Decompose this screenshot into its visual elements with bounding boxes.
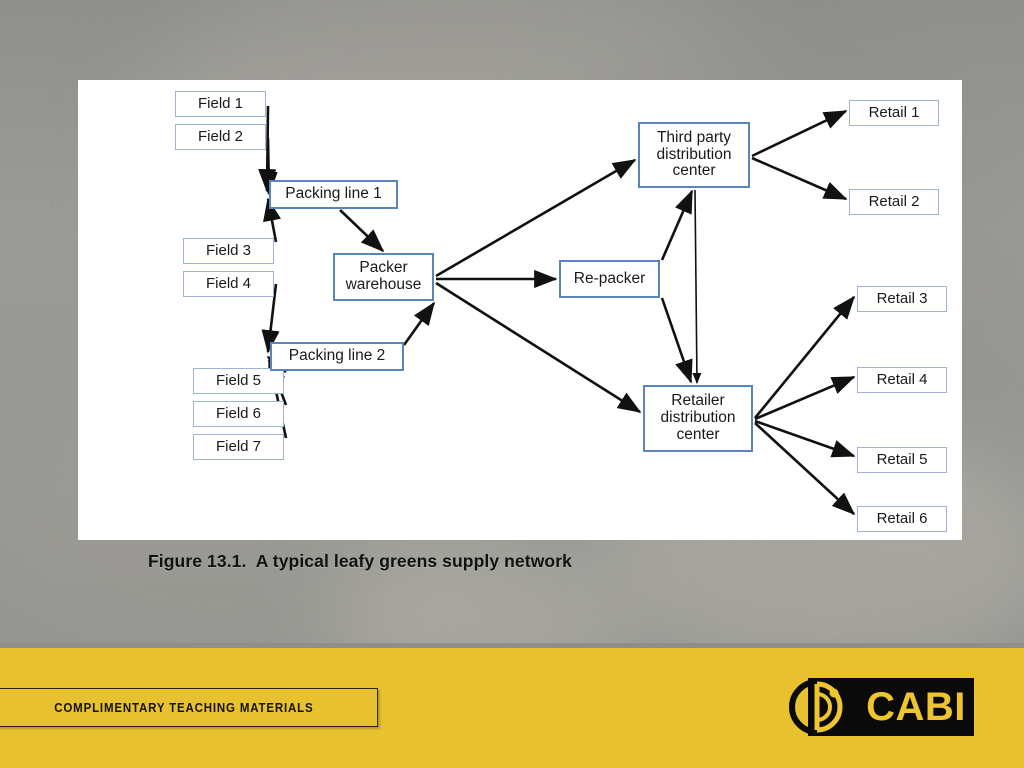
cabi-wordmark: CABI [866, 684, 966, 729]
complimentary-teaching-materials-badge: COMPLIMENTARY TEACHING MATERIALS [0, 688, 378, 727]
diagram-edge-packwh-to-thirdparty [435, 158, 637, 278]
teaching-badge-label: COMPLIMENTARY TEACHING MATERIALS [54, 700, 314, 715]
diagram-node-packline2: Packing line 2 [270, 342, 404, 371]
diagram-edge-packline2-to-packwh [402, 301, 436, 346]
diagram-edge-retailerdc-to-retail6 [754, 422, 856, 516]
diagram-edge-thirdparty-to-retail1 [751, 109, 848, 158]
diagram-node-field3: Field 3 [183, 238, 274, 264]
cabi-emblem-icon [789, 679, 845, 735]
diagram-edge-repacker-to-thirdparty [660, 189, 694, 261]
diagram-node-field5: Field 5 [193, 368, 284, 394]
diagram-edge-packwh-to-retailerdc [435, 281, 642, 414]
diagram-node-packwh: Packer warehouse [333, 253, 434, 301]
diagram-node-thirdparty: Third party distribution center [638, 122, 750, 188]
diagram-node-retail1: Retail 1 [849, 100, 939, 126]
diagram-edge-retailerdc-to-retail3 [753, 295, 856, 419]
diagram-node-retail6: Retail 6 [857, 506, 947, 532]
diagram-node-retailerdc: Retailer distribution center [643, 385, 753, 452]
diagram-node-field4: Field 4 [183, 271, 274, 297]
figure-panel: Field 1 Field 2 Field 3 Field 4 Field 5 Field… [78, 80, 962, 540]
diagram-edge-retailerdc-to-retail5 [754, 419, 856, 458]
diagram-node-retail3: Retail 3 [857, 286, 947, 312]
diagram-edge-packline1-to-packwh [339, 209, 385, 253]
diagram-edge-thirdparty-to-retail2 [751, 156, 848, 201]
diagram-node-field6: Field 6 [193, 401, 284, 427]
cabi-logo: CABI [786, 678, 974, 736]
diagram-edge-thirdparty-to-retailerdc [692, 189, 702, 384]
slide-canvas: Field 1 Field 2 Field 3 Field 4 Field 5 Field… [0, 0, 1024, 768]
diagram-edge-repacker-to-retailerdc [660, 297, 693, 384]
diagram-node-field7: Field 7 [193, 434, 284, 460]
diagram-node-retail5: Retail 5 [857, 447, 947, 473]
diagram-node-retail2: Retail 2 [849, 189, 939, 215]
figure-caption: Figure 13.1. A typical leafy greens supp… [148, 551, 572, 571]
diagram-node-retail4: Retail 4 [857, 367, 947, 393]
diagram-node-field2: Field 2 [175, 124, 266, 150]
diagram-node-repacker: Re-packer [559, 260, 660, 298]
diagram-node-field1: Field 1 [175, 91, 266, 117]
diagram-node-packline1: Packing line 1 [269, 180, 398, 209]
